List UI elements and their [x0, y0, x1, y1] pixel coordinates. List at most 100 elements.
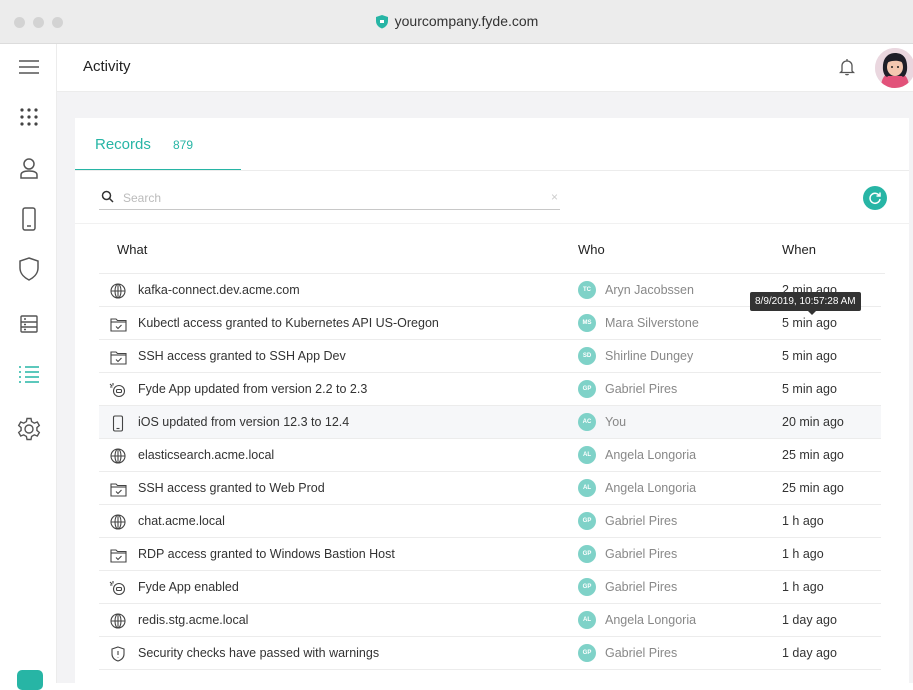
- record-who[interactable]: Angela Longoria: [605, 481, 696, 495]
- shield-warning-icon: [109, 645, 127, 663]
- avatar[interactable]: [875, 48, 913, 88]
- browser-titlebar: yourcompany.fyde.com: [0, 0, 913, 44]
- folder-check-icon: [109, 546, 127, 564]
- bell-icon[interactable]: [838, 58, 856, 81]
- user-initials-badge: MS: [578, 314, 596, 332]
- user-initials-badge: GP: [578, 644, 596, 662]
- record-when: 1 h ago: [782, 514, 824, 528]
- user-initials-badge: GP: [578, 512, 596, 530]
- record-who[interactable]: Shirline Dungey: [605, 349, 693, 363]
- record-what: Kubectl access granted to Kubernetes API…: [138, 316, 439, 330]
- record-what: redis.stg.acme.local: [138, 613, 249, 627]
- fyde-shield-icon: [375, 14, 389, 32]
- column-header-what[interactable]: What: [117, 242, 147, 257]
- table-row[interactable]: elasticsearch.acme.local AL Angela Longori…: [99, 439, 881, 472]
- folder-check-icon: [109, 480, 127, 498]
- globe-icon: [109, 447, 127, 465]
- page-header: Activity: [57, 44, 913, 92]
- record-who[interactable]: Angela Longoria: [605, 448, 696, 462]
- record-who[interactable]: Angela Longoria: [605, 613, 696, 627]
- user-initials-badge: AL: [578, 611, 596, 629]
- user-initials-badge: AL: [578, 479, 596, 497]
- chat-widget-button[interactable]: [17, 670, 43, 690]
- record-who[interactable]: Mara Silverstone: [605, 316, 699, 330]
- table-row[interactable]: Kubectl access granted to Kubernetes API…: [99, 307, 881, 340]
- record-who[interactable]: Aryn Jacobssen: [605, 283, 694, 297]
- record-what: RDP access granted to Windows Bastion Ho…: [138, 547, 395, 561]
- sidebar: [0, 44, 57, 683]
- browser-window: yourcompany.fyde.com Activity Records 87…: [0, 0, 913, 690]
- refresh-icon: [869, 192, 881, 205]
- tab-divider: [75, 170, 909, 171]
- record-what: elasticsearch.acme.local: [138, 448, 275, 462]
- tab-records-label: Records: [95, 136, 151, 153]
- record-when: 1 h ago: [782, 547, 824, 561]
- search-bar: ×: [99, 188, 560, 210]
- user-initials-badge: GP: [578, 545, 596, 563]
- record-when: 1 h ago: [782, 580, 824, 594]
- user-icon[interactable]: [16, 155, 42, 181]
- table-row[interactable]: Security checks have passed with warning…: [99, 637, 881, 670]
- record-who[interactable]: Gabriel Pires: [605, 382, 677, 396]
- user-initials-badge: AL: [578, 446, 596, 464]
- table-row[interactable]: chat.acme.local GP Gabriel Pires 1 h ago: [99, 505, 881, 538]
- globe-icon: [109, 282, 127, 300]
- list-icon[interactable]: [16, 362, 42, 388]
- table-row[interactable]: SSH access granted to SSH App Dev SD Shirl…: [99, 340, 881, 373]
- shield-icon[interactable]: [16, 256, 42, 282]
- record-when: 25 min ago: [782, 481, 844, 495]
- record-what: iOS updated from version 12.3 to 12.4: [138, 415, 350, 429]
- record-what: chat.acme.local: [138, 514, 225, 528]
- folder-check-icon: [109, 348, 127, 366]
- table-row[interactable]: Fyde App enabled GP Gabriel Pires 1 h ago: [99, 571, 881, 604]
- table-row[interactable]: RDP access granted to Windows Bastion Ho…: [99, 538, 881, 571]
- column-header-who[interactable]: Who: [578, 242, 605, 257]
- address-bar[interactable]: yourcompany.fyde.com: [0, 13, 913, 32]
- fyde-app-icon: [109, 381, 127, 399]
- record-what: SSH access granted to Web Prod: [138, 481, 325, 495]
- record-when: 1 day ago: [782, 646, 837, 660]
- user-initials-badge: TC: [578, 281, 596, 299]
- record-who[interactable]: Gabriel Pires: [605, 547, 677, 561]
- record-who[interactable]: Gabriel Pires: [605, 580, 677, 594]
- record-who[interactable]: Gabriel Pires: [605, 646, 677, 660]
- menu-icon[interactable]: [16, 54, 42, 80]
- column-header-when[interactable]: When: [782, 242, 816, 257]
- records-card: Records 879 × What Who When kafka-connec…: [75, 118, 909, 683]
- apps-icon[interactable]: [16, 104, 42, 130]
- table-row[interactable]: Fyde App updated from version 2.2 to 2.3…: [99, 373, 881, 406]
- gear-icon[interactable]: [16, 416, 42, 442]
- record-when: 20 min ago: [782, 415, 844, 429]
- record-who[interactable]: Gabriel Pires: [605, 514, 677, 528]
- tab-records-count: 879: [173, 138, 194, 152]
- record-what: SSH access granted to SSH App Dev: [138, 349, 346, 363]
- url-text: yourcompany.fyde.com: [394, 13, 539, 29]
- tab-records[interactable]: Records 879: [75, 118, 241, 171]
- table-row[interactable]: SSH access granted to Web Prod AL Angela L…: [99, 472, 881, 505]
- user-initials-badge: AC: [578, 413, 596, 431]
- refresh-button[interactable]: [863, 186, 887, 210]
- record-who[interactable]: You: [605, 415, 626, 429]
- search-icon: [101, 190, 114, 208]
- main-content: Records 879 × What Who When kafka-connec…: [57, 92, 913, 683]
- record-when: 1 day ago: [782, 613, 837, 627]
- record-when: 25 min ago: [782, 448, 844, 462]
- globe-icon: [109, 612, 127, 630]
- phone-icon: [109, 414, 127, 432]
- device-icon[interactable]: [16, 206, 42, 232]
- record-when: 5 min ago: [782, 382, 837, 396]
- record-when: 5 min ago: [782, 316, 837, 330]
- user-initials-badge: GP: [578, 380, 596, 398]
- page-title: Activity: [83, 58, 131, 75]
- record-what: Fyde App updated from version 2.2 to 2.3: [138, 382, 368, 396]
- server-icon[interactable]: [16, 311, 42, 337]
- user-initials-badge: GP: [578, 578, 596, 596]
- search-input[interactable]: [123, 188, 523, 208]
- table-row[interactable]: iOS updated from version 12.3 to 12.4 AC Y…: [99, 406, 881, 439]
- fyde-app-icon: [109, 579, 127, 597]
- user-initials-badge: SD: [578, 347, 596, 365]
- record-what: kafka-connect.dev.acme.com: [138, 283, 300, 297]
- clear-search-icon[interactable]: ×: [551, 190, 558, 204]
- toolbar-divider: [75, 223, 909, 224]
- table-row[interactable]: redis.stg.acme.local AL Angela Longoria 1 d…: [99, 604, 881, 637]
